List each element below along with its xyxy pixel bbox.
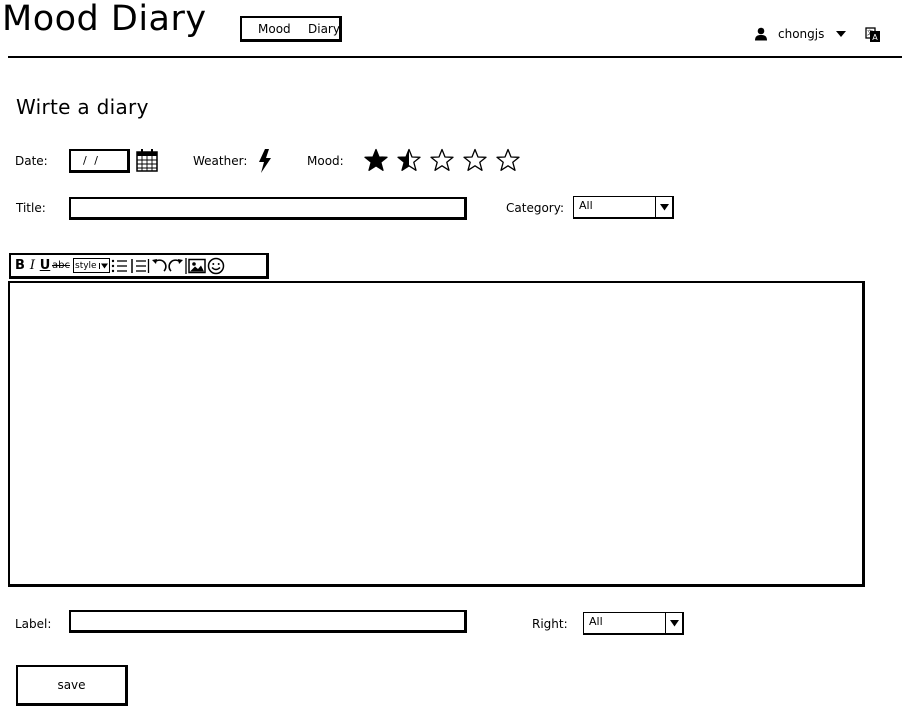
user-menu[interactable]: chongjs bbox=[754, 27, 847, 41]
undo-icon[interactable] bbox=[151, 257, 167, 275]
right-label: Right: bbox=[532, 617, 568, 631]
date-label: Date: bbox=[15, 154, 48, 168]
label-label: Label: bbox=[15, 617, 52, 631]
nav-item-mood[interactable]: Mood bbox=[258, 22, 291, 36]
category-label: Category: bbox=[506, 201, 564, 215]
star-empty-icon[interactable] bbox=[496, 148, 520, 172]
header-divider bbox=[8, 56, 902, 58]
dropdown-arrow-icon[interactable] bbox=[655, 197, 672, 217]
svg-text:A: A bbox=[872, 33, 878, 42]
diary-editor[interactable] bbox=[8, 281, 865, 587]
svg-text:文: 文 bbox=[867, 29, 873, 37]
title-label: Title: bbox=[16, 201, 46, 215]
star-empty-icon[interactable] bbox=[430, 148, 454, 172]
editor-toolbar: B I U abc style bbox=[9, 253, 269, 279]
style-dropdown[interactable]: style bbox=[73, 258, 110, 273]
numbered-list-icon[interactable] bbox=[130, 257, 150, 275]
strikethrough-icon[interactable]: abc bbox=[52, 257, 70, 275]
label-input[interactable] bbox=[69, 610, 467, 633]
language-icon[interactable]: A 文 bbox=[865, 27, 881, 43]
underline-icon[interactable]: U bbox=[39, 257, 51, 275]
category-select[interactable]: All bbox=[573, 196, 674, 219]
save-button[interactable]: save bbox=[16, 665, 128, 706]
page-title: Wirte a diary bbox=[16, 95, 149, 119]
user-icon bbox=[755, 27, 767, 41]
star-empty-icon[interactable] bbox=[463, 148, 487, 172]
lightning-icon[interactable] bbox=[258, 149, 272, 173]
username: chongjs bbox=[778, 27, 825, 41]
date-field[interactable]: / / bbox=[69, 149, 130, 173]
dropdown-arrow-icon bbox=[98, 262, 108, 269]
calendar-icon[interactable] bbox=[136, 148, 158, 172]
mood-rating bbox=[364, 148, 520, 172]
right-select-value: All bbox=[589, 615, 603, 628]
weather-label: Weather: bbox=[193, 154, 248, 168]
emoji-icon[interactable] bbox=[207, 257, 225, 275]
bold-icon[interactable]: B bbox=[14, 257, 26, 275]
main-nav: Mood Diary bbox=[240, 16, 342, 42]
bulleted-list-icon[interactable] bbox=[111, 257, 129, 275]
star-filled-icon[interactable] bbox=[364, 148, 388, 172]
dropdown-arrow-icon[interactable] bbox=[665, 613, 682, 633]
nav-item-diary[interactable]: Diary bbox=[308, 22, 340, 36]
mood-label: Mood: bbox=[307, 154, 344, 168]
right-select[interactable]: All bbox=[583, 612, 684, 635]
category-select-value: All bbox=[579, 199, 593, 212]
toolbar-separator bbox=[184, 257, 187, 274]
star-half-icon[interactable] bbox=[397, 148, 421, 172]
title-input[interactable] bbox=[69, 197, 467, 220]
caret-down-icon[interactable] bbox=[836, 30, 847, 38]
style-dropdown-label: style bbox=[75, 260, 97, 271]
italic-icon[interactable]: I bbox=[27, 257, 38, 275]
redo-icon[interactable] bbox=[168, 257, 184, 275]
app-title: Mood Diary bbox=[2, 0, 207, 39]
image-icon[interactable] bbox=[187, 257, 206, 275]
